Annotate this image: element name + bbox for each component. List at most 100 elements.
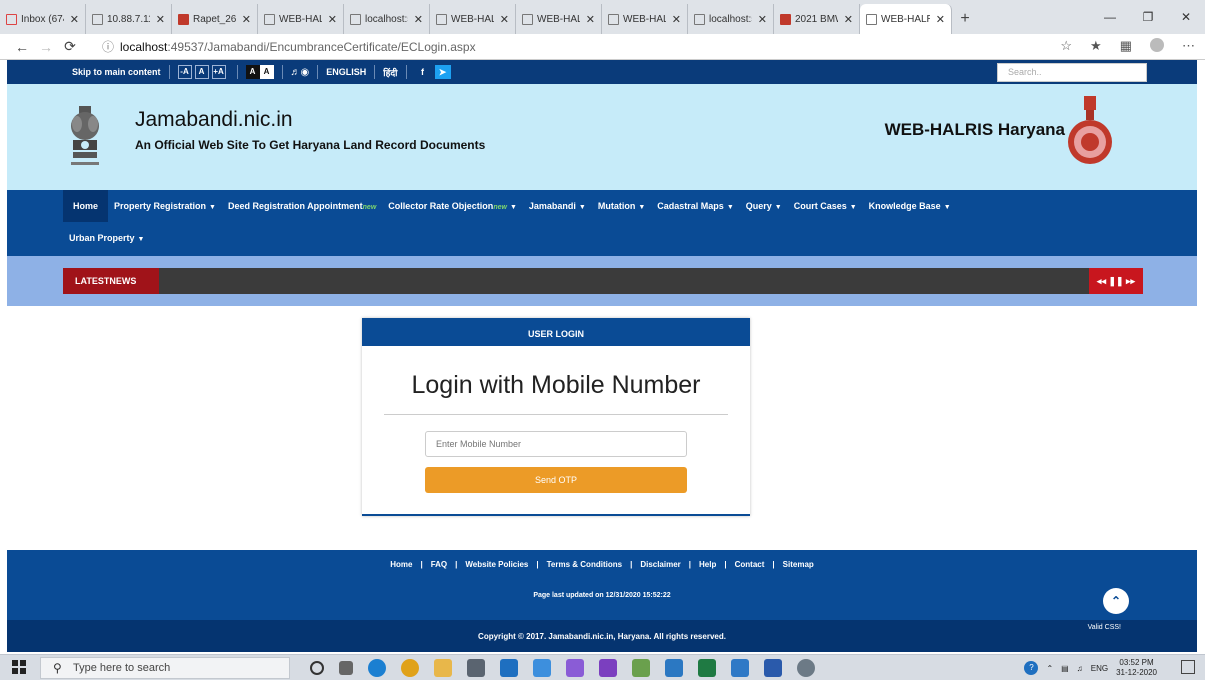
app-icon[interactable] bbox=[566, 659, 584, 677]
close-tab-icon[interactable]: ✕ bbox=[156, 13, 165, 26]
skip-to-main-link[interactable]: Skip to main content bbox=[72, 67, 161, 77]
close-tab-icon[interactable]: ✕ bbox=[586, 13, 595, 26]
page-icon bbox=[608, 13, 619, 25]
tray-chevron-icon[interactable]: ⌃ bbox=[1046, 664, 1053, 673]
more-menu-icon[interactable]: ⋯ bbox=[1182, 38, 1195, 54]
close-tab-icon[interactable]: ✕ bbox=[70, 13, 79, 26]
refresh-icon[interactable]: ⟳ bbox=[58, 38, 82, 55]
mail-icon[interactable] bbox=[500, 659, 518, 677]
excel-icon[interactable] bbox=[698, 659, 716, 677]
nav-item-knowledge-base[interactable]: Knowledge Base ▼ bbox=[863, 190, 957, 222]
browser-tab[interactable]: 2021 BMW ✕ bbox=[774, 4, 860, 34]
forward-icon[interactable]: → bbox=[34, 39, 58, 55]
english-link[interactable]: ENGLISH bbox=[326, 67, 366, 77]
chrome-icon[interactable] bbox=[401, 659, 419, 677]
site-footer: Home | FAQ | Website Policies | Terms & Condit… bbox=[7, 550, 1197, 620]
twitter-icon[interactable]: ➤ bbox=[434, 65, 451, 79]
close-tab-icon[interactable]: ✕ bbox=[242, 13, 251, 26]
scroll-top-icon[interactable]: ⌃ bbox=[1103, 588, 1129, 614]
nav-item-cadastral-maps[interactable]: Cadastral Maps ▼ bbox=[651, 190, 739, 222]
windows-start-icon[interactable] bbox=[12, 660, 26, 674]
footer-link[interactable]: Contact bbox=[735, 560, 765, 569]
taskbar-search-input[interactable]: ⚲ Type here to search bbox=[40, 657, 290, 679]
close-tab-icon[interactable]: ✕ bbox=[844, 13, 853, 26]
footer-link[interactable]: FAQ bbox=[431, 560, 447, 569]
font-decrease-button[interactable]: -A bbox=[177, 65, 192, 79]
word-icon[interactable] bbox=[764, 659, 782, 677]
language-indicator[interactable]: ENG bbox=[1091, 664, 1108, 673]
nav-item-property-registration[interactable]: Property Registration ▼ bbox=[108, 190, 222, 222]
profile-avatar[interactable] bbox=[1150, 38, 1164, 52]
close-tab-icon[interactable]: ✕ bbox=[936, 13, 945, 26]
app-icon[interactable] bbox=[797, 659, 815, 677]
minimize-icon[interactable]: — bbox=[1091, 0, 1129, 34]
network-icon[interactable]: ▤ bbox=[1061, 664, 1069, 673]
edge-icon[interactable] bbox=[368, 659, 386, 677]
footer-link[interactable]: Disclaimer bbox=[640, 560, 680, 569]
nav-item-mutation[interactable]: Mutation ▼ bbox=[592, 190, 651, 222]
close-tab-icon[interactable]: ✕ bbox=[758, 13, 767, 26]
font-increase-button[interactable]: +A bbox=[211, 65, 226, 79]
hindi-link[interactable]: हिंदी bbox=[383, 66, 397, 79]
browser-tab[interactable]: localhost:5 ✕ bbox=[344, 4, 430, 34]
browser-tab[interactable]: WEB-HALR ✕ bbox=[430, 4, 516, 34]
close-tab-icon[interactable]: ✕ bbox=[414, 13, 423, 26]
app-icon[interactable] bbox=[632, 659, 650, 677]
nav-item-collector-rate-objection[interactable]: Collector Rate Objectionnew ▼ bbox=[382, 190, 523, 222]
close-window-icon[interactable]: ✕ bbox=[1167, 0, 1205, 34]
high-contrast-button[interactable]: A bbox=[245, 65, 260, 79]
app-icon[interactable] bbox=[533, 659, 551, 677]
nav-item-court-cases[interactable]: Court Cases ▼ bbox=[788, 190, 863, 222]
nav-item-deed-registration-appointment[interactable]: Deed Registration Appointmentnew bbox=[222, 190, 382, 222]
nav-item-query[interactable]: Query ▼ bbox=[740, 190, 788, 222]
volume-icon[interactable]: ♫ bbox=[1077, 664, 1083, 673]
cortana-icon[interactable] bbox=[310, 661, 324, 675]
photos-icon[interactable] bbox=[731, 659, 749, 677]
browser-tab[interactable]: Inbox (674 ✕ bbox=[0, 4, 86, 34]
browser-tab[interactable]: 10.88.7.11 ✕ bbox=[86, 4, 172, 34]
notifications-icon[interactable] bbox=[1181, 660, 1195, 674]
footer-link[interactable]: Help bbox=[699, 560, 716, 569]
app-icon[interactable] bbox=[665, 659, 683, 677]
nav-item-home[interactable]: Home bbox=[63, 190, 109, 222]
browser-tab[interactable]: Rapet_261 ✕ bbox=[172, 4, 258, 34]
browser-tab[interactable]: WEB-HALR ✕ bbox=[516, 4, 602, 34]
file-explorer-icon[interactable] bbox=[434, 659, 452, 677]
close-tab-icon[interactable]: ✕ bbox=[328, 13, 337, 26]
nav-item-jamabandi[interactable]: Jamabandi ▼ bbox=[523, 190, 592, 222]
footer-link[interactable]: Website Policies bbox=[465, 560, 528, 569]
browser-tab[interactable]: WEB-HALR ✕ bbox=[860, 4, 952, 34]
clock[interactable]: 03:52 PM 31-12-2020 bbox=[1116, 658, 1157, 678]
normal-contrast-button[interactable]: A bbox=[259, 65, 274, 79]
site-title[interactable]: Jamabandi.nic.in bbox=[135, 108, 293, 132]
browser-tab[interactable]: WEB-HALR ✕ bbox=[602, 4, 688, 34]
send-otp-button[interactable]: Send OTP bbox=[425, 467, 687, 493]
close-tab-icon[interactable]: ✕ bbox=[500, 13, 509, 26]
new-tab-button[interactable]: + bbox=[952, 4, 978, 34]
valid-css-badge[interactable]: Valid CSS! bbox=[1088, 624, 1121, 631]
favorites-icon[interactable]: ★ bbox=[1090, 38, 1102, 54]
close-tab-icon[interactable]: ✕ bbox=[672, 13, 681, 26]
site-search-input[interactable]: Search.. bbox=[997, 63, 1147, 82]
favorite-star-icon[interactable]: ☆ bbox=[1060, 38, 1072, 54]
url-field[interactable]: ⓘ localhost:49537/Jamabandi/EncumbranceCe… bbox=[102, 38, 476, 55]
footer-link[interactable]: Sitemap bbox=[783, 560, 814, 569]
news-controls[interactable]: ◂◂ ❚❚ ▸▸ bbox=[1089, 268, 1143, 294]
visual-studio-icon[interactable] bbox=[599, 659, 617, 677]
collections-icon[interactable]: ▦ bbox=[1120, 38, 1132, 54]
back-icon[interactable]: ← bbox=[10, 39, 34, 55]
browser-tab[interactable]: localhost:5 ✕ bbox=[688, 4, 774, 34]
footer-link[interactable]: Home bbox=[390, 560, 412, 569]
restore-icon[interactable]: ❐ bbox=[1129, 0, 1167, 34]
browser-tab[interactable]: WEB-HALR ✕ bbox=[258, 4, 344, 34]
nav-row-1: Home Property Registration ▼ Deed Registrat… bbox=[63, 190, 957, 222]
font-normal-button[interactable]: A bbox=[194, 65, 209, 79]
footer-link[interactable]: Terms & Conditions bbox=[547, 560, 622, 569]
facebook-icon[interactable]: f bbox=[415, 65, 431, 79]
screen-reader-icon[interactable]: ♬◉ bbox=[291, 67, 310, 78]
mobile-number-input[interactable] bbox=[425, 431, 687, 457]
store-icon[interactable] bbox=[467, 659, 485, 677]
nav-item-urban-property[interactable]: Urban Property ▼ bbox=[63, 222, 150, 254]
task-view-icon[interactable] bbox=[339, 661, 353, 675]
help-icon[interactable]: ? bbox=[1024, 661, 1039, 675]
